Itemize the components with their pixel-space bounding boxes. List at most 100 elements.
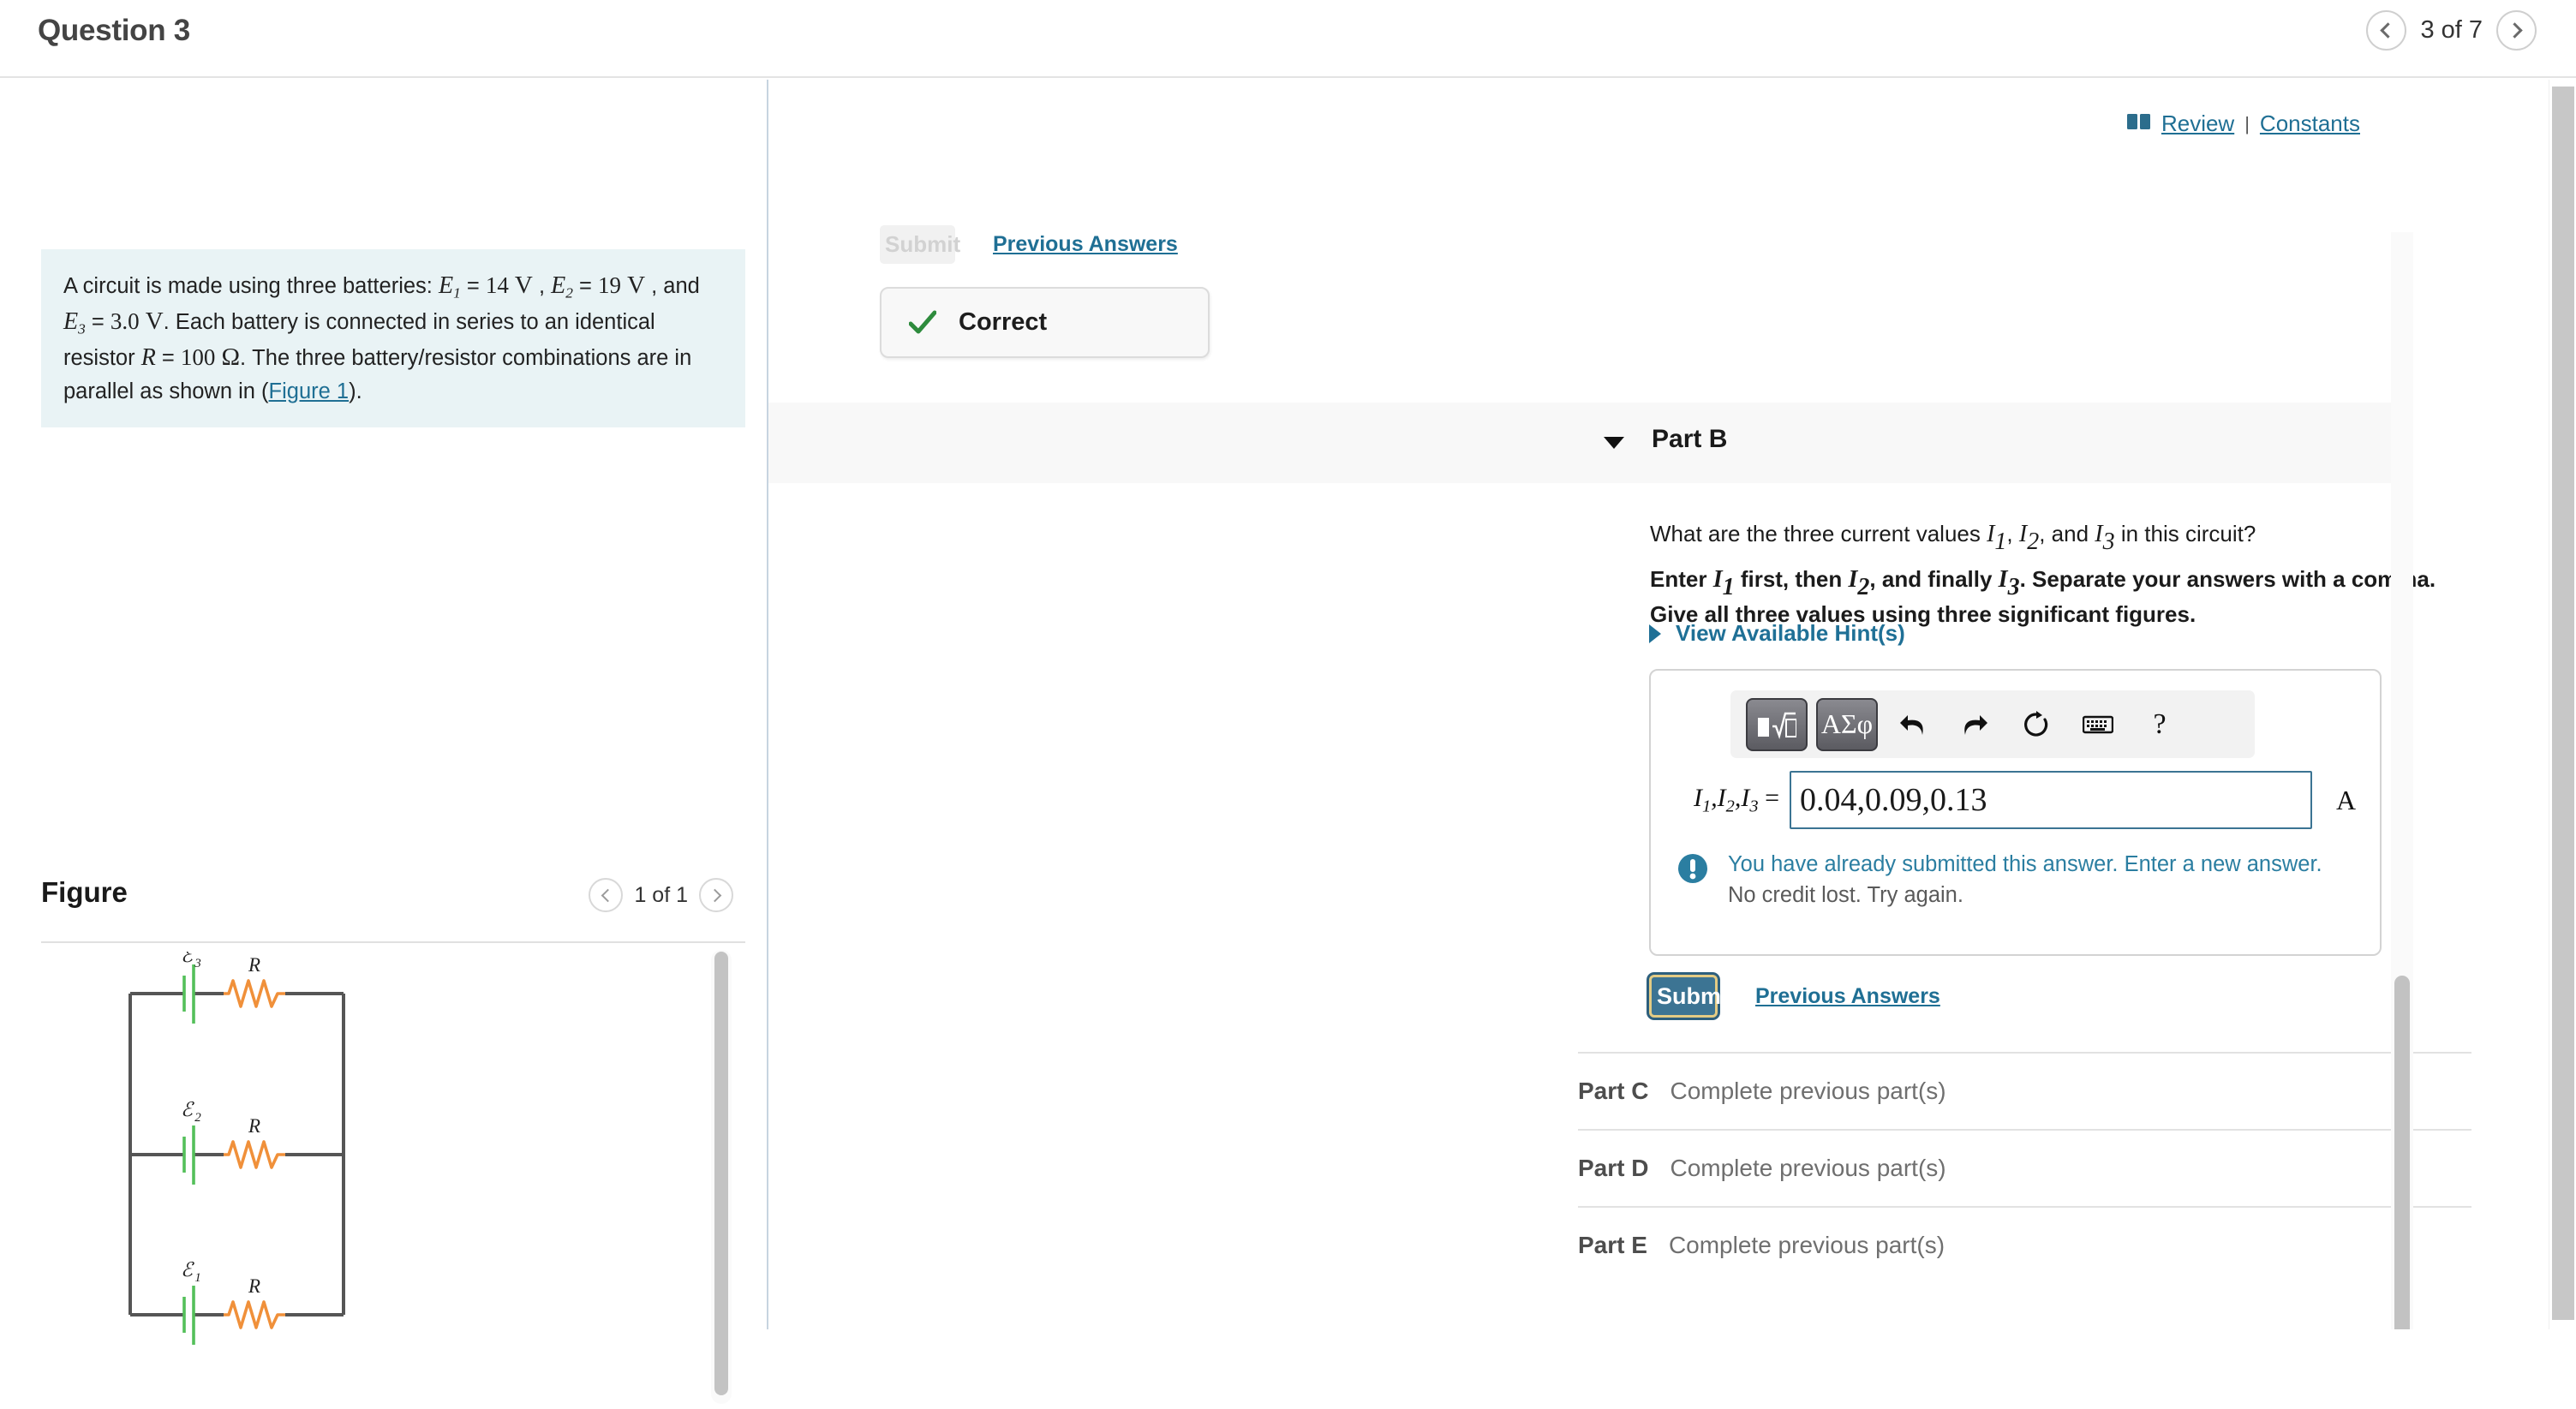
answer-input[interactable]	[1790, 771, 2312, 829]
keyboard-button[interactable]	[2071, 698, 2125, 751]
qs-sep1: ,	[532, 274, 552, 298]
resistance-equals: =	[155, 346, 181, 371]
part-row-e[interactable]: Part E Complete previous part(s)	[1578, 1206, 2471, 1283]
constants-link[interactable]: Constants	[2260, 110, 2360, 137]
math-toolbar: ΑΣφ ?	[1730, 690, 2255, 758]
emf2-equals: =	[572, 274, 598, 298]
part-e-status: Complete previous part(s)	[1668, 1232, 1945, 1258]
figure-next-button[interactable]	[699, 878, 733, 912]
link-separator: |	[2244, 112, 2250, 134]
chevron-left-icon	[601, 888, 615, 902]
caret-down-icon[interactable]	[1604, 437, 1624, 449]
content-scrollbar-thumb[interactable]	[2394, 976, 2410, 1329]
current3-subscript: 3	[2102, 528, 2115, 555]
figure-scrollbar[interactable]	[711, 950, 732, 1404]
previous-answers-link-a[interactable]: Previous Answers	[993, 232, 1178, 257]
template-sqrt-button[interactable]	[1746, 697, 1808, 751]
emf3-subscript: 3	[78, 320, 86, 337]
emf2-unit: V	[627, 272, 646, 299]
svg-text:R: R	[248, 1115, 260, 1137]
resistance-value: 100	[180, 344, 216, 371]
view-hints-label: View Available Hint(s)	[1676, 620, 1905, 646]
current3-symbol: I	[2095, 521, 2103, 547]
emf3-unit: V	[145, 307, 164, 336]
part-a-submit-row: Submit Previous Answers	[880, 225, 1178, 264]
review-link[interactable]: Review	[2161, 110, 2234, 137]
part-d-status: Complete previous part(s)	[1670, 1155, 1946, 1181]
svg-text:1: 1	[194, 1271, 201, 1285]
instr-current3-subscript: 3	[2007, 573, 2020, 600]
redo-button[interactable]	[1948, 698, 2001, 751]
top-bar: Question 3 3 of 7	[0, 0, 2576, 78]
figure-pager: 1 of 1	[589, 878, 733, 912]
chevron-right-icon	[2507, 22, 2523, 39]
current2-subscript: 2	[2027, 528, 2040, 555]
figure-scrollbar-thumb[interactable]	[714, 952, 728, 1395]
qs-sep2: , and	[645, 274, 700, 298]
part-e-name: Part E	[1578, 1232, 1647, 1258]
emf2-symbol: E	[551, 272, 566, 299]
svg-text:R: R	[248, 1275, 260, 1297]
emf2-subscript: 2	[565, 284, 573, 302]
instr-current2-subscript: 2	[1857, 573, 1870, 600]
figure-pager-label: 1 of 1	[634, 882, 688, 907]
pbq-pre: What are the three current values	[1650, 521, 1987, 546]
undo-button[interactable]	[1886, 698, 1939, 751]
part-d-name: Part D	[1578, 1155, 1649, 1181]
question-statement: A circuit is made using three batteries:…	[41, 249, 745, 427]
pbi-mid2: , and finally	[1869, 566, 1999, 592]
previous-question-button[interactable]	[2366, 10, 2407, 51]
submit-button-disabled: Submit	[880, 225, 960, 264]
instr-current1-symbol: I	[1712, 566, 1723, 593]
chevron-left-icon	[2380, 22, 2397, 39]
svg-text:R: R	[248, 954, 260, 976]
page-scrollbar-thumb[interactable]	[2552, 87, 2574, 1320]
page-scrollbar[interactable]	[2549, 80, 2576, 1329]
instr-current3-symbol: I	[1998, 566, 2008, 593]
emf3-symbol: E	[63, 308, 79, 336]
emf1-value: 14	[485, 272, 509, 298]
ans-c1: ,	[1711, 783, 1718, 812]
figure-title: Figure	[41, 876, 128, 908]
svg-text:ℰ: ℰ	[181, 1099, 194, 1120]
greek-symbols-button[interactable]: ΑΣφ	[1816, 697, 1878, 751]
correct-status-box: Correct	[880, 287, 1210, 358]
previous-answers-link-b[interactable]: Previous Answers	[1755, 984, 1940, 1009]
submit-button[interactable]: Submit	[1649, 975, 1736, 1018]
reset-button[interactable]	[2010, 698, 2063, 751]
review-constants-bar: Review | Constants	[2126, 110, 2360, 137]
emf1-subscript: 1	[453, 284, 461, 302]
ans-i3-sub: 3	[1749, 797, 1759, 816]
part-row-d[interactable]: Part D Complete previous part(s)	[1578, 1129, 2471, 1206]
ans-i1: I	[1693, 783, 1702, 812]
next-question-button[interactable]	[2496, 10, 2537, 51]
correct-label: Correct	[959, 308, 1048, 336]
view-hints-toggle[interactable]: View Available Hint(s)	[1649, 620, 1905, 647]
help-label: ?	[2153, 707, 2167, 740]
resistance-symbol: R	[140, 344, 156, 372]
pbi-pre: Enter	[1650, 566, 1713, 592]
warning-line-1: You have already submitted this answer. …	[1728, 852, 2322, 876]
svg-text:2: 2	[194, 1111, 201, 1125]
ans-i2-sub: 2	[1725, 797, 1735, 816]
caret-right-icon	[1649, 624, 1661, 643]
figure-1-link[interactable]: Figure 1	[269, 379, 350, 403]
qs-end: ).	[349, 379, 362, 403]
part-b-header[interactable]: Part B	[768, 403, 2392, 483]
page-title: Question 3	[38, 14, 190, 47]
emf2-value: 19	[597, 272, 621, 298]
ans-i3: I	[1741, 783, 1750, 812]
book-icon	[2126, 113, 2151, 134]
content-scrollbar[interactable]	[2391, 232, 2413, 1329]
pbq-c2: , and	[2039, 521, 2095, 546]
part-c-name: Part C	[1578, 1078, 1649, 1104]
figure-previous-button[interactable]	[589, 878, 624, 912]
part-b-title: Part B	[1652, 425, 1728, 453]
question-pager: 3 of 7	[2366, 10, 2537, 51]
part-row-c[interactable]: Part C Complete previous part(s)	[1578, 1052, 2471, 1129]
emf3-equals: =	[85, 310, 111, 335]
answer-input-row: I1,I2,I3 = A	[1668, 771, 2356, 829]
help-button[interactable]: ?	[2133, 698, 2186, 751]
instr-current2-symbol: I	[1848, 566, 1858, 593]
question-pager-label: 3 of 7	[2420, 16, 2483, 44]
